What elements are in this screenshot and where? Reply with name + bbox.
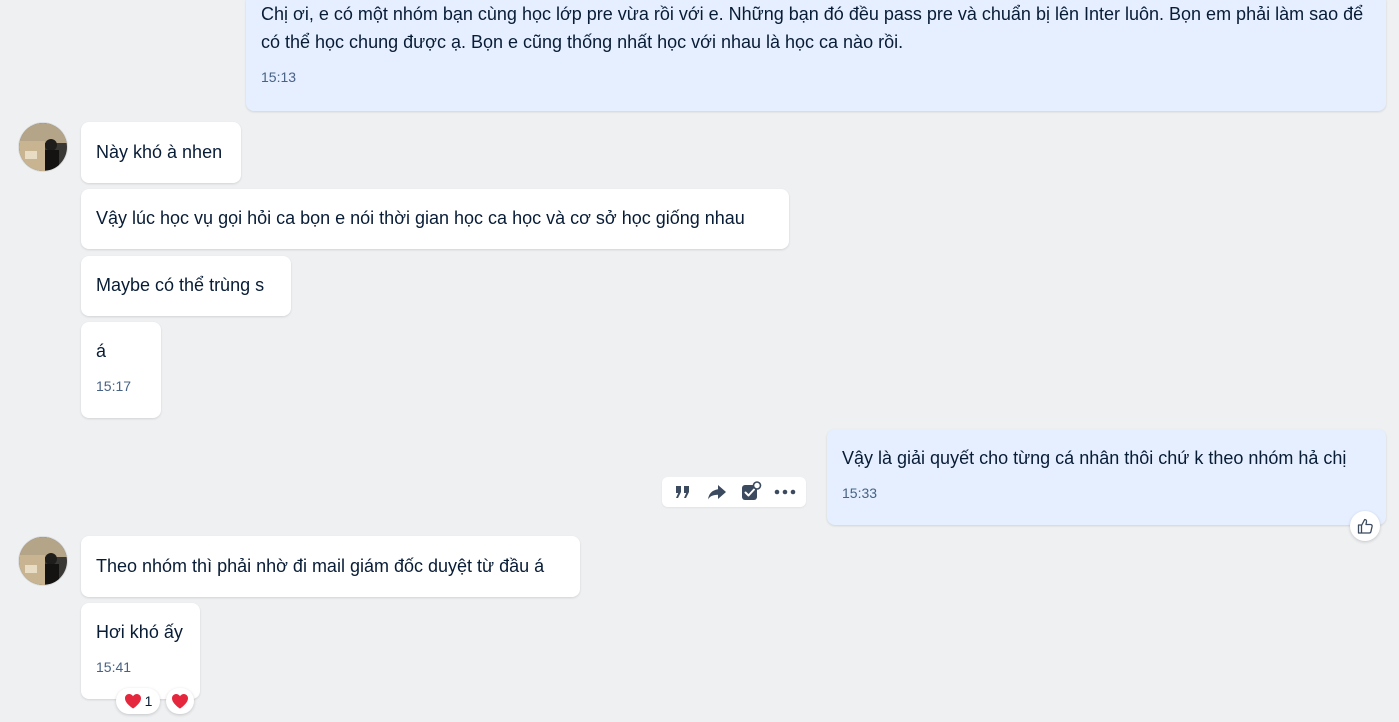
message-bubble-incoming[interactable]: á 15:17 [81, 322, 161, 418]
heart-icon [124, 694, 141, 709]
thumbs-up-icon [1357, 518, 1373, 534]
message-bubble-incoming[interactable]: Vậy lúc học vụ gọi hỏi ca bọn e nói thời… [81, 189, 789, 249]
message-time: 15:13 [261, 69, 297, 85]
chat-conversation: Chị ơi, e có một nhóm bạn cùng học lớp p… [0, 0, 1399, 722]
message-text: Chị ơi, e có một nhóm bạn cùng học lớp p… [261, 4, 1369, 52]
message-bubble-incoming[interactable]: Này khó à nhen [81, 122, 241, 183]
contact-avatar[interactable] [19, 123, 67, 171]
message-text: Maybe có thể trùng s [96, 275, 265, 295]
message-bubble-outgoing[interactable]: Vậy là giải quyết cho từng cá nhân thôi … [827, 429, 1386, 525]
quick-reaction-button[interactable] [166, 688, 194, 714]
reaction-count: 1 [144, 693, 153, 709]
message-bubble-incoming[interactable]: Maybe có thể trùng s [81, 256, 291, 316]
message-text: Hơi khó ấy [96, 622, 183, 642]
task-icon[interactable] [738, 479, 764, 505]
reaction-summary[interactable]: 1 [116, 688, 160, 714]
message-text: Này khó à nhen [96, 142, 223, 162]
message-bubble-incoming[interactable]: Hơi khó ấy 15:41 [81, 603, 200, 699]
message-text: Theo nhóm thì phải nhờ đi mail giám đốc … [96, 556, 545, 576]
more-icon[interactable] [772, 479, 798, 505]
message-time: 15:33 [842, 485, 878, 501]
message-time: 15:41 [96, 659, 132, 675]
message-text: á [96, 341, 107, 361]
message-bubble-incoming[interactable]: Theo nhóm thì phải nhờ đi mail giám đốc … [81, 536, 580, 597]
heart-icon [172, 694, 188, 709]
message-text: Vậy là giải quyết cho từng cá nhân thôi … [842, 448, 1347, 468]
contact-avatar[interactable] [19, 537, 67, 585]
message-bubble-outgoing[interactable]: Chị ơi, e có một nhóm bạn cùng học lớp p… [246, 0, 1386, 111]
like-reaction-button[interactable] [1350, 511, 1380, 541]
message-action-toolbar [662, 477, 806, 507]
message-time: 15:17 [96, 378, 132, 394]
message-text: Vậy lúc học vụ gọi hỏi ca bọn e nói thời… [96, 208, 745, 228]
share-icon[interactable] [704, 479, 730, 505]
quote-icon[interactable] [670, 479, 696, 505]
